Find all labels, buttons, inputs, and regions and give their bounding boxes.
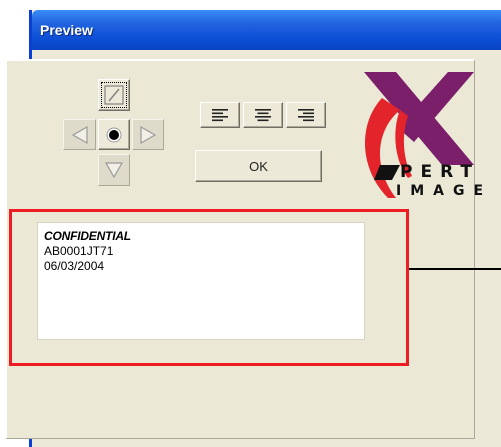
align-center-button[interactable]: [243, 102, 283, 128]
triangle-down-icon: [104, 162, 124, 179]
logo-text-image: IMAGE: [396, 183, 493, 199]
align-left-button[interactable]: [200, 102, 240, 128]
window-title: Preview: [40, 22, 93, 38]
position-down-button[interactable]: [98, 154, 130, 186]
position-center-button[interactable]: [98, 119, 130, 150]
align-right-button[interactable]: [286, 102, 326, 128]
position-right-button[interactable]: [132, 119, 164, 150]
position-up-button[interactable]: [98, 79, 130, 111]
radio-dot-icon: [106, 127, 122, 142]
triangle-left-icon: [71, 125, 88, 144]
align-center-icon: [255, 109, 271, 122]
annotation-callout-line: [409, 268, 501, 270]
annotation-highlight-box: [9, 209, 409, 366]
align-left-icon: [212, 109, 228, 122]
title-bar[interactable]: Preview: [32, 10, 501, 50]
align-right-icon: [298, 109, 314, 122]
ok-button[interactable]: OK: [195, 150, 322, 182]
triangle-right-icon: [140, 125, 157, 144]
position-left-button[interactable]: [63, 119, 96, 150]
xpert-image-logo: PERT IMAGE: [352, 70, 487, 205]
logo-text-pert: PERT: [400, 162, 480, 182]
slash-box-icon: [104, 85, 124, 105]
